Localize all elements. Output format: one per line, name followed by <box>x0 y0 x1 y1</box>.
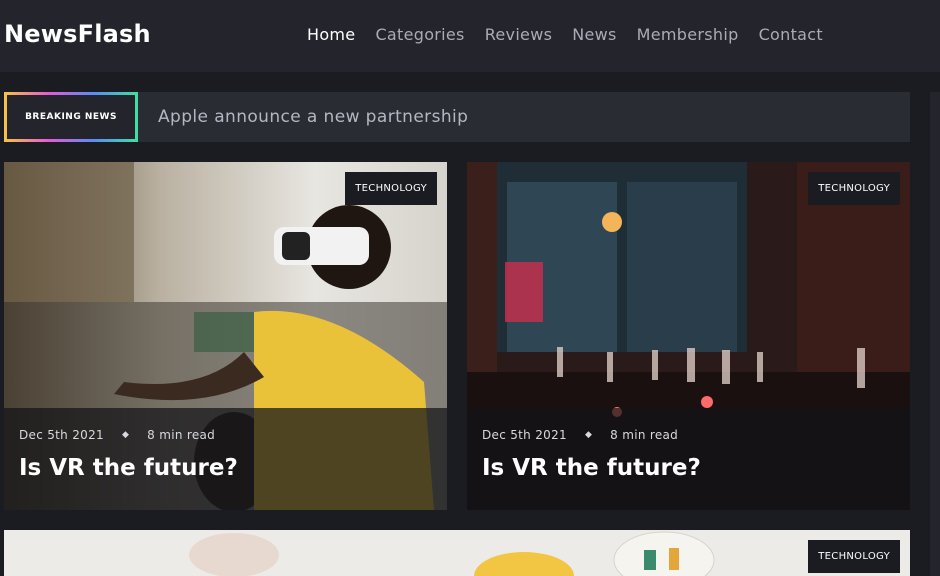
article-card[interactable]: TECHNOLOGY Dec 5th 2021 ◆ 8 min read Is … <box>4 162 447 510</box>
breaking-news-badge: BREAKING NEWS <box>4 92 138 142</box>
article-date: Dec 5th 2021 <box>482 428 567 442</box>
article-date: Dec 5th 2021 <box>19 428 104 442</box>
nav-membership[interactable]: Membership <box>637 25 739 44</box>
site-header: NewsFlash Home Categories Reviews News M… <box>0 0 940 73</box>
article-card[interactable]: TECHNOLOGY Dec 5th 2021 ◆ 8 min read Is … <box>467 162 910 510</box>
diamond-icon: ◆ <box>584 430 593 440</box>
article-overlay: Dec 5th 2021 ◆ 8 min read Is VR the futu… <box>4 408 447 510</box>
nav-reviews[interactable]: Reviews <box>485 25 553 44</box>
sidebar-edge <box>930 92 940 576</box>
article-read-time: 8 min read <box>610 428 679 442</box>
nav-home[interactable]: Home <box>307 25 355 44</box>
category-badge[interactable]: TECHNOLOGY <box>808 172 900 205</box>
article-meta: Dec 5th 2021 ◆ 8 min read <box>482 428 678 442</box>
article-overlay: Dec 5th 2021 ◆ 8 min read Is VR the futu… <box>467 408 910 510</box>
article-image-food <box>4 530 910 576</box>
category-badge[interactable]: TECHNOLOGY <box>808 540 900 573</box>
main-nav: Home Categories Reviews News Membership … <box>307 25 843 44</box>
nav-contact[interactable]: Contact <box>759 25 823 44</box>
article-title[interactable]: Is VR the future? <box>482 455 701 481</box>
article-meta: Dec 5th 2021 ◆ 8 min read <box>19 428 215 442</box>
category-badge[interactable]: TECHNOLOGY <box>345 172 437 205</box>
nav-news[interactable]: News <box>572 25 616 44</box>
nav-categories[interactable]: Categories <box>375 25 464 44</box>
breaking-news-bar: BREAKING NEWS Apple announce a new partn… <box>4 92 910 142</box>
article-card-wide[interactable]: TECHNOLOGY <box>4 530 910 576</box>
diamond-icon: ◆ <box>121 430 130 440</box>
article-read-time: 8 min read <box>147 428 216 442</box>
site-logo[interactable]: NewsFlash <box>4 20 151 48</box>
breaking-news-label: BREAKING NEWS <box>7 95 135 139</box>
article-title[interactable]: Is VR the future? <box>19 455 238 481</box>
breaking-news-headline[interactable]: Apple announce a new partnership <box>158 107 468 127</box>
